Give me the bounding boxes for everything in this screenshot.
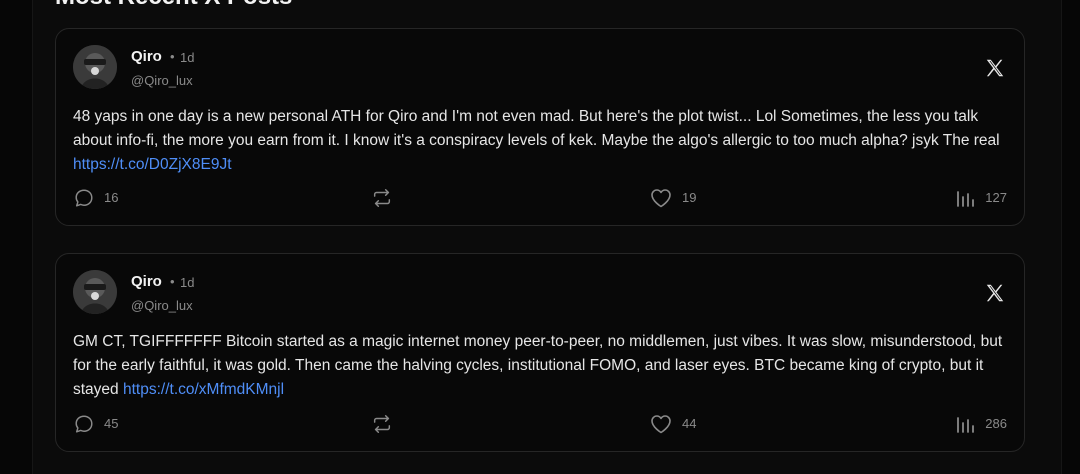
like-button[interactable]: 19 <box>649 187 696 209</box>
author-handle[interactable]: @Qiro_lux <box>131 72 193 90</box>
x-logo-icon[interactable] <box>984 57 1006 79</box>
like-button[interactable]: 44 <box>649 413 696 435</box>
view-count: 127 <box>985 190 1007 205</box>
repost-icon <box>373 189 391 207</box>
posts-panel: Most Recent X Posts Qiro • 1d @Qiro_lux … <box>32 0 1062 474</box>
avatar[interactable] <box>73 270 117 314</box>
post-text: GM CT, TGIFFFFFFF Bitcoin started as a m… <box>73 330 1008 402</box>
reply-button[interactable]: 45 <box>73 413 118 435</box>
author-name[interactable]: Qiro <box>131 273 162 291</box>
post-link[interactable]: https://t.co/xMfmdKMnjl <box>123 381 284 398</box>
like-count: 44 <box>682 416 697 431</box>
like-count: 19 <box>682 190 697 205</box>
post-actions: 16 19 127 <box>73 187 1007 209</box>
view-count: 286 <box>985 416 1007 431</box>
views-button[interactable]: 286 <box>956 413 1007 435</box>
separator-dot: • <box>170 49 175 64</box>
repost-icon <box>373 415 391 433</box>
post-time[interactable]: 1d <box>180 274 194 292</box>
heart-icon <box>651 189 671 208</box>
views-icon <box>957 191 975 207</box>
post-text: 48 yaps in one day is a new personal ATH… <box>73 105 1008 177</box>
repost-button[interactable] <box>371 187 393 209</box>
views-icon <box>957 417 975 433</box>
post-card[interactable]: Qiro • 1d @Qiro_lux 48 yaps in one day i… <box>55 28 1025 226</box>
section-heading: Most Recent X Posts <box>55 0 292 10</box>
author-name[interactable]: Qiro <box>131 48 162 66</box>
heart-icon <box>651 415 671 434</box>
reply-count: 45 <box>104 416 119 431</box>
separator-dot: • <box>170 274 175 289</box>
views-button[interactable]: 127 <box>956 187 1007 209</box>
repost-button[interactable] <box>371 413 393 435</box>
post-card[interactable]: Qiro • 1d @Qiro_lux GM CT, TGIFFFFFFF Bi… <box>55 253 1025 452</box>
post-actions: 45 44 286 <box>73 413 1007 435</box>
reply-icon <box>75 189 93 207</box>
post-link[interactable]: https://t.co/D0ZjX8E9Jt <box>73 156 232 173</box>
post-time[interactable]: 1d <box>180 49 194 67</box>
author-handle[interactable]: @Qiro_lux <box>131 297 193 315</box>
reply-button[interactable]: 16 <box>73 187 118 209</box>
avatar[interactable] <box>73 45 117 89</box>
post-body: 48 yaps in one day is a new personal ATH… <box>73 108 1000 149</box>
reply-icon <box>75 415 93 433</box>
x-logo-icon[interactable] <box>984 282 1006 304</box>
reply-count: 16 <box>104 190 119 205</box>
